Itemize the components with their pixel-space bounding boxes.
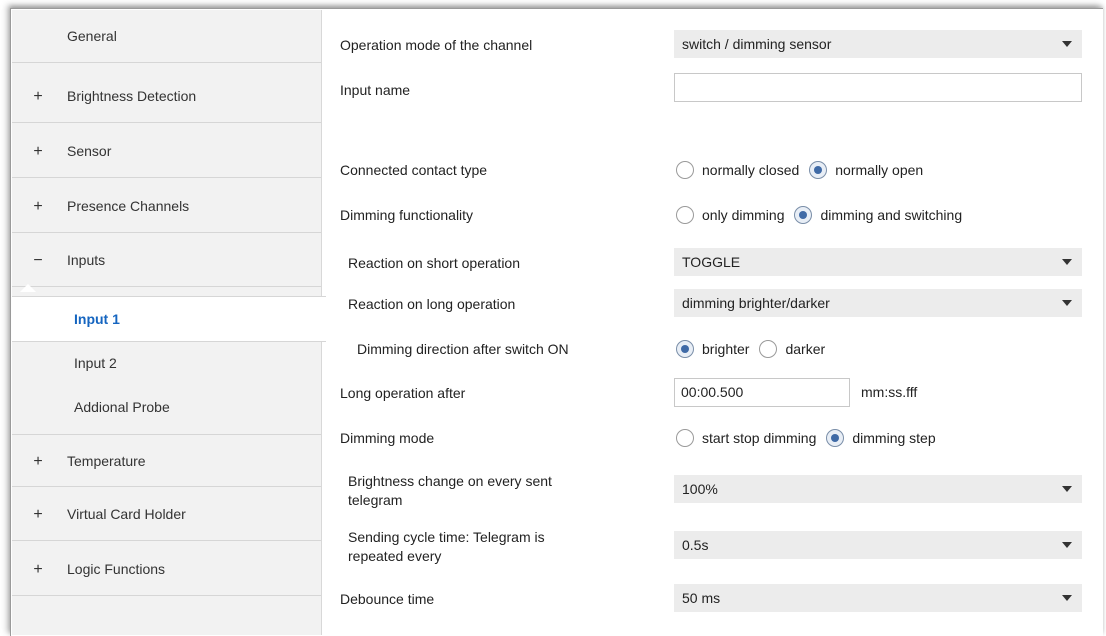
dimming-direction-label: Dimming direction after switch ON: [357, 341, 569, 357]
contact-type-label: Connected contact type: [340, 162, 488, 178]
short-operation-label: Reaction on short operation: [348, 255, 520, 271]
chevron-down-icon: [1062, 300, 1072, 306]
sidebar-item-virtual-card-holder[interactable]: + Virtual Card Holder: [12, 488, 321, 541]
radio-label: dimming step: [852, 430, 936, 446]
selection-notch: [20, 284, 36, 292]
sidebar-subitem-input-1[interactable]: Input 1: [12, 296, 326, 342]
sidebar-item-sign: [32, 10, 44, 63]
sidebar: General + Brightness Detection + Sensor …: [12, 10, 326, 635]
expand-icon[interactable]: +: [32, 180, 44, 233]
expand-icon[interactable]: +: [32, 125, 44, 178]
sidebar-item-general[interactable]: General: [12, 10, 321, 63]
debounce-select[interactable]: 50 ms: [674, 584, 1082, 612]
sidebar-subitem-label: Input 2: [74, 355, 117, 371]
radio-dimming-step[interactable]: [826, 429, 845, 447]
brightness-change-label-line2: telegram: [348, 492, 403, 508]
long-operation-select[interactable]: dimming brighter/darker: [674, 289, 1082, 317]
sidebar-item-label: Temperature: [67, 453, 146, 469]
radio-label: dimming and switching: [820, 207, 963, 223]
sidebar-item-temperature[interactable]: + Temperature: [12, 434, 321, 487]
sending-cycle-select[interactable]: 0.5s: [674, 531, 1082, 559]
chevron-down-icon: [1062, 486, 1072, 492]
dimming-functionality-label: Dimming functionality: [340, 207, 474, 223]
time-unit-label: mm:ss.fff: [861, 384, 918, 400]
sidebar-item-label: General: [67, 28, 117, 44]
radio-darker[interactable]: [759, 340, 778, 358]
long-operation-after-field[interactable]: 00:00.500: [674, 378, 850, 407]
sidebar-item-label: Sensor: [67, 143, 112, 159]
select-value: dimming brighter/darker: [682, 295, 830, 311]
radio-label: brighter: [702, 341, 750, 357]
select-value: 100%: [682, 481, 718, 497]
input-name-field[interactable]: [674, 73, 1082, 102]
sidebar-item-label: Virtual Card Holder: [67, 506, 186, 522]
sidebar-item-presence-channels[interactable]: + Presence Channels: [12, 180, 321, 233]
radio-dimming-and-switching[interactable]: [794, 206, 813, 224]
expand-icon[interactable]: +: [32, 70, 44, 123]
input-name-label: Input name: [340, 82, 411, 98]
debounce-label: Debounce time: [340, 591, 435, 607]
radio-normally-open[interactable]: [809, 161, 828, 179]
sidebar-subitem-addional-probe[interactable]: Addional Probe: [12, 385, 321, 429]
radio-only-dimming[interactable]: [676, 206, 694, 224]
sidebar-item-label: Brightness Detection: [67, 88, 197, 104]
sidebar-item-brightness-detection[interactable]: + Brightness Detection: [12, 70, 321, 123]
sending-cycle-label-line1: Sending cycle time: Telegram is: [348, 529, 545, 545]
radio-brighter[interactable]: [676, 340, 694, 358]
sidebar-item-sensor[interactable]: + Sensor: [12, 125, 321, 178]
dimming-mode-label: Dimming mode: [340, 430, 435, 446]
sidebar-item-label: Presence Channels: [67, 198, 190, 214]
select-value: 0.5s: [682, 537, 709, 553]
dimming-direction-radio-group: brighter darker: [676, 338, 835, 360]
sidebar-item-label: Logic Functions: [67, 561, 166, 577]
long-operation-after-label: Long operation after: [340, 385, 466, 401]
sending-cycle-label-line2: repeated every: [348, 548, 442, 564]
chevron-down-icon: [1062, 595, 1072, 601]
select-value: 50 ms: [682, 590, 721, 606]
radio-label: normally closed: [702, 162, 800, 178]
chevron-down-icon: [1062, 259, 1072, 265]
collapse-icon[interactable]: −: [32, 234, 44, 287]
radio-start-stop-dimming[interactable]: [676, 429, 694, 447]
radio-label: start stop dimming: [702, 430, 817, 446]
select-value: TOGGLE: [682, 254, 741, 270]
contact-type-radio-group: normally closed normally open: [676, 159, 933, 181]
dimming-mode-radio-group: start stop dimming dimming step: [676, 427, 946, 449]
brightness-change-select[interactable]: 100%: [674, 475, 1082, 503]
radio-label: only dimming: [702, 207, 785, 223]
radio-normally-closed[interactable]: [676, 161, 694, 179]
chevron-down-icon: [1062, 542, 1072, 548]
dimming-functionality-radio-group: only dimming dimming and switching: [676, 204, 972, 226]
sidebar-subitem-input-2[interactable]: Input 2: [12, 341, 321, 385]
sidebar-item-label: Inputs: [67, 252, 106, 268]
sidebar-subitem-label: Input 1: [74, 311, 120, 327]
operation-mode-select[interactable]: switch / dimming sensor: [674, 30, 1082, 58]
select-value: switch / dimming sensor: [682, 36, 832, 52]
sidebar-item-logic-functions[interactable]: + Logic Functions: [12, 543, 321, 596]
field-value: 00:00.500: [681, 384, 744, 400]
operation-mode-label: Operation mode of the channel: [340, 37, 533, 53]
expand-icon[interactable]: +: [32, 543, 44, 596]
sidebar-subitem-label: Addional Probe: [74, 399, 170, 415]
radio-label: darker: [785, 341, 826, 357]
short-operation-select[interactable]: TOGGLE: [674, 248, 1082, 276]
radio-label: normally open: [835, 162, 924, 178]
expand-icon[interactable]: +: [32, 488, 44, 541]
long-operation-label: Reaction on long operation: [348, 296, 516, 312]
chevron-down-icon: [1062, 41, 1072, 47]
expand-icon[interactable]: +: [32, 435, 44, 488]
brightness-change-label-line1: Brightness change on every sent: [348, 473, 552, 489]
sidebar-item-inputs[interactable]: − Inputs: [12, 234, 321, 287]
